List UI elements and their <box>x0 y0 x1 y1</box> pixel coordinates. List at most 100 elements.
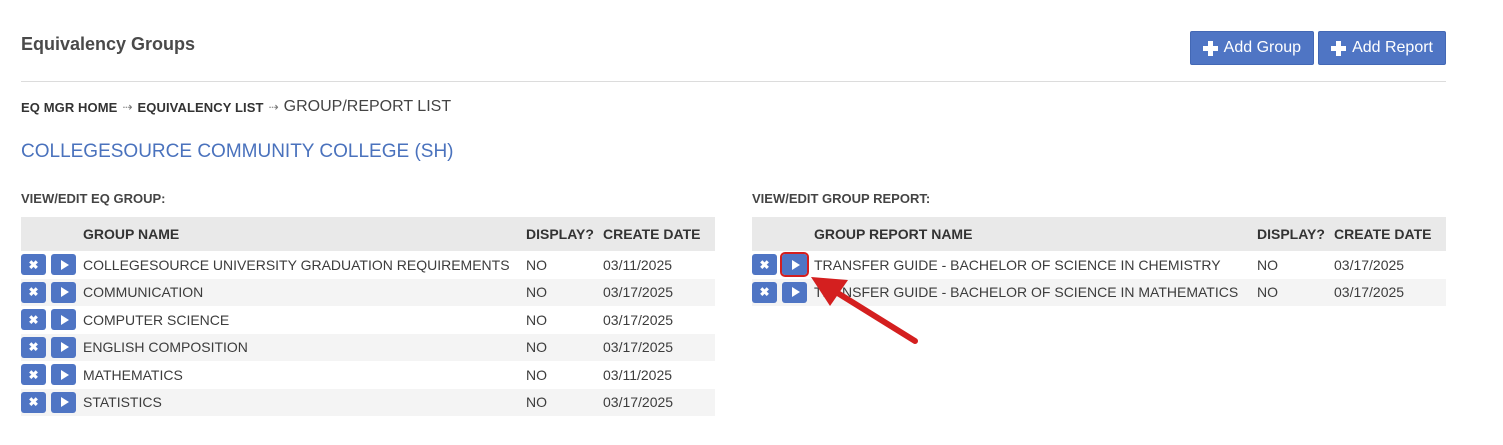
view-edit-button[interactable] <box>782 281 807 303</box>
add-group-label: Add Group <box>1223 39 1302 56</box>
play-icon <box>791 287 800 298</box>
play-icon <box>791 259 800 270</box>
table-row: ✖ STATISTICS NO 03/17/2025 <box>21 388 715 417</box>
group-name-header: GROUP NAME <box>83 226 180 242</box>
table-row: ✖ COLLEGESOURCE UNIVERSITY GRADUATION REQ… <box>21 251 715 279</box>
row-name: COMMUNICATION <box>83 284 204 301</box>
play-icon <box>60 259 69 270</box>
breadcrumb-current: GROUP/REPORT LIST <box>283 98 452 115</box>
header-actions: Add Group Add Report <box>1189 31 1446 65</box>
group-report-name-header: GROUP REPORT NAME <box>814 226 973 242</box>
college-name: COLLEGESOURCE COMMUNITY COLLEGE (SH) <box>21 141 454 162</box>
view-edit-button[interactable] <box>51 309 76 331</box>
row-actions: ✖ <box>752 251 814 279</box>
actions-header <box>752 217 814 251</box>
row-action-buttons: ✖ <box>752 281 807 303</box>
close-icon: ✖ <box>28 367 39 382</box>
view-edit-button[interactable] <box>51 281 76 303</box>
table-row: ✖ ENGLISH COMPOSITION NO 03/17/2025 <box>21 333 715 362</box>
row-name: TRANSFER GUIDE - BACHELOR OF SCIENCE IN … <box>814 256 1221 273</box>
play-icon <box>60 369 69 380</box>
row-name: COLLEGESOURCE UNIVERSITY GRADUATION REQU… <box>83 256 510 273</box>
row-create-date: 03/17/2025 <box>603 339 674 356</box>
row-display: NO <box>1257 256 1278 273</box>
delete-button[interactable]: ✖ <box>21 364 46 386</box>
row-actions: ✖ <box>21 334 83 362</box>
row-action-buttons: ✖ <box>21 336 76 358</box>
row-name: STATISTICS <box>83 394 162 411</box>
view-edit-button[interactable] <box>51 364 76 386</box>
row-display: NO <box>526 256 547 273</box>
row-display: NO <box>526 366 547 383</box>
delete-button[interactable]: ✖ <box>752 281 777 303</box>
close-icon: ✖ <box>28 257 39 272</box>
breadcrumb-separator: ⇢ <box>122 100 133 114</box>
row-actions: ✖ <box>21 306 83 334</box>
delete-button[interactable]: ✖ <box>21 254 46 276</box>
table-row: ✖ COMMUNICATION NO 03/17/2025 <box>21 278 715 307</box>
row-action-buttons: ✖ <box>21 254 76 276</box>
row-action-buttons: ✖ <box>21 391 76 413</box>
row-display: NO <box>526 284 547 301</box>
add-group-button[interactable]: Add Group <box>1189 31 1315 65</box>
row-display: NO <box>1257 284 1278 301</box>
table-header-row: GROUP NAME DISPLAY? CREATE DATE <box>21 217 715 251</box>
header-divider <box>21 81 1446 82</box>
play-icon <box>60 287 69 298</box>
table-header-row: GROUP REPORT NAME DISPLAY? CREATE DATE <box>752 217 1446 251</box>
play-icon <box>60 397 69 408</box>
close-icon: ✖ <box>28 285 39 300</box>
display-header: DISPLAY? <box>1257 226 1325 242</box>
row-name: MATHEMATICS <box>83 366 183 383</box>
add-report-button[interactable]: Add Report <box>1318 31 1446 65</box>
delete-button[interactable]: ✖ <box>21 309 46 331</box>
group-report-table: GROUP REPORT NAME DISPLAY? CREATE DATE ✖… <box>752 217 1446 306</box>
actions-header <box>21 217 83 251</box>
row-actions: ✖ <box>21 389 83 417</box>
row-display: NO <box>526 394 547 411</box>
row-create-date: 03/17/2025 <box>1334 284 1405 301</box>
create-date-header: CREATE DATE <box>603 226 701 242</box>
row-create-date: 03/17/2025 <box>1334 256 1405 273</box>
breadcrumb-eq-mgr-home[interactable]: EQ MGR HOME <box>21 100 117 115</box>
close-icon: ✖ <box>759 285 770 300</box>
breadcrumb-equivalency-list[interactable]: EQUIVALENCY LIST <box>138 100 264 115</box>
close-icon: ✖ <box>759 257 770 272</box>
view-edit-button[interactable] <box>780 252 809 278</box>
row-actions: ✖ <box>21 361 83 389</box>
table-row: ✖ MATHEMATICS NO 03/11/2025 <box>21 361 715 389</box>
delete-button[interactable]: ✖ <box>752 254 777 276</box>
delete-button[interactable]: ✖ <box>21 281 46 303</box>
row-create-date: 03/17/2025 <box>603 311 674 328</box>
table-row: ✖ TRANSFER GUIDE - BACHELOR OF SCIENCE IN… <box>752 251 1446 279</box>
play-icon <box>60 342 69 353</box>
row-display: NO <box>526 339 547 356</box>
row-action-buttons: ✖ <box>752 252 809 278</box>
row-actions: ✖ <box>21 279 83 307</box>
row-name: COMPUTER SCIENCE <box>83 311 230 328</box>
view-edit-button[interactable] <box>51 254 76 276</box>
table-row: ✖ TRANSFER GUIDE - BACHELOR OF SCIENCE IN… <box>752 278 1446 306</box>
row-actions: ✖ <box>21 251 83 279</box>
row-create-date: 03/17/2025 <box>603 284 674 301</box>
page-title: Equivalency Groups <box>21 34 196 54</box>
group-report-panel-label: VIEW/EDIT GROUP REPORT: <box>752 191 931 206</box>
group-report-panel: VIEW/EDIT GROUP REPORT: GROUP REPORT NAM… <box>752 191 1446 306</box>
play-icon <box>60 314 69 325</box>
row-create-date: 03/11/2025 <box>603 256 673 273</box>
table-row: ✖ COMPUTER SCIENCE NO 03/17/2025 <box>21 306 715 334</box>
row-display: NO <box>526 311 547 328</box>
row-name: ENGLISH COMPOSITION <box>83 339 248 356</box>
delete-button[interactable]: ✖ <box>21 391 46 413</box>
plus-icon <box>1331 40 1347 56</box>
view-edit-button[interactable] <box>51 336 76 358</box>
breadcrumb-separator: ⇢ <box>268 100 279 114</box>
row-action-buttons: ✖ <box>21 364 76 386</box>
close-icon: ✖ <box>28 312 39 327</box>
delete-button[interactable]: ✖ <box>21 336 46 358</box>
plus-icon <box>1202 40 1218 56</box>
row-name: TRANSFER GUIDE - BACHELOR OF SCIENCE IN … <box>814 284 1239 301</box>
breadcrumb: EQ MGR HOME ⇢ EQUIVALENCY LIST ⇢ GROUP/R… <box>21 98 451 116</box>
row-action-buttons: ✖ <box>21 281 76 303</box>
view-edit-button[interactable] <box>51 391 76 413</box>
